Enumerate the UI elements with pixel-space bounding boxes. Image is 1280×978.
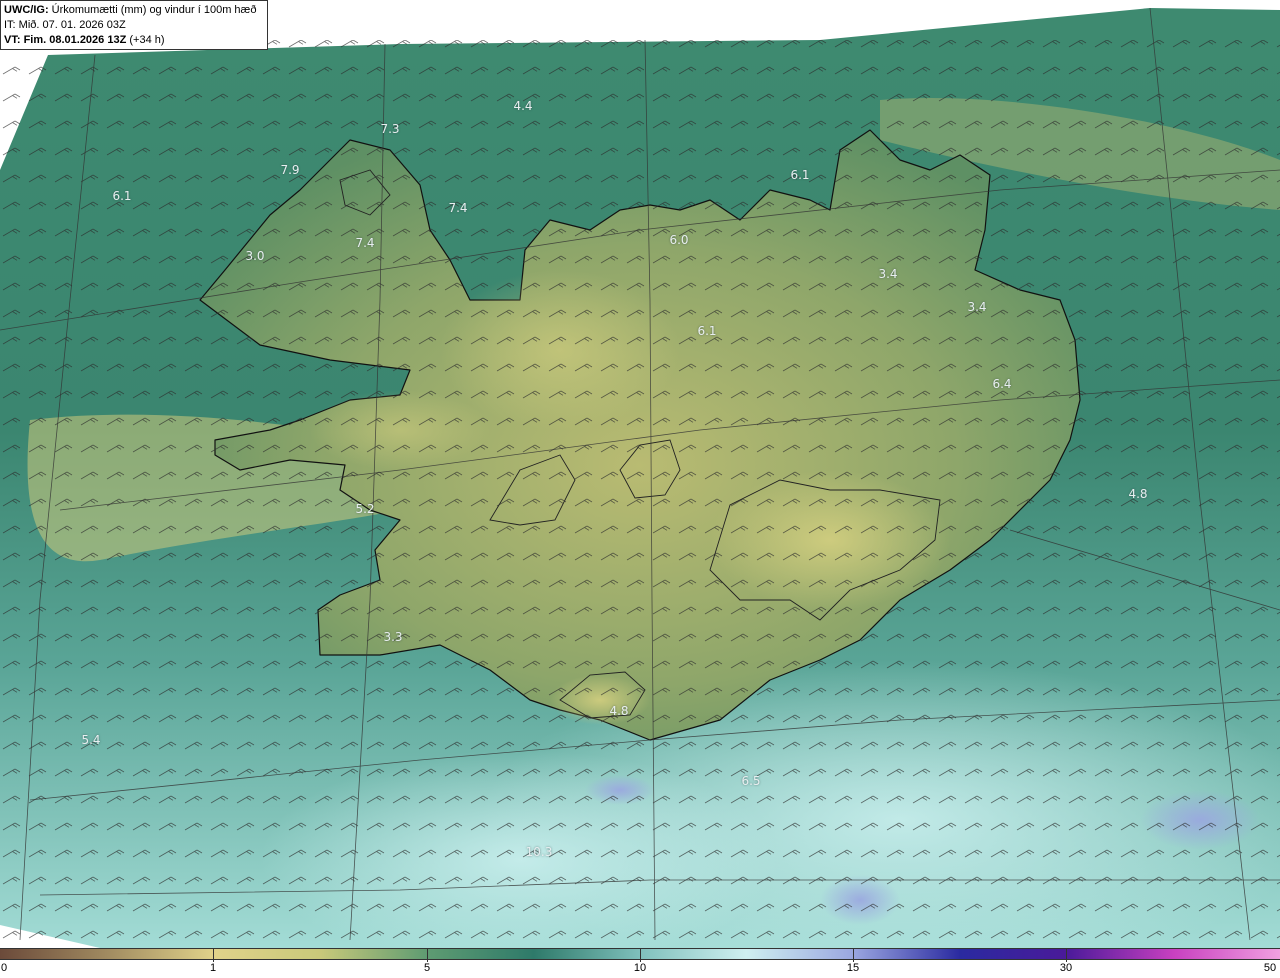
map-value: 4.8 (609, 704, 629, 718)
map-value: 7.4 (355, 236, 375, 250)
colorbar-tick-label: 5 (423, 962, 431, 974)
map-value: 3.3 (383, 630, 403, 644)
map-canvas (0, 7, 1280, 948)
map-value: 6.0 (669, 233, 689, 247)
map-value: 6.1 (697, 324, 717, 338)
colorbar-tickmark (427, 948, 428, 962)
valid-label: VT: (4, 34, 21, 46)
colorbar-tick-label: 10 (633, 962, 647, 974)
forecast-map: 4.4 7.3 7.9 6.1 7.4 7.4 3.0 6.1 6.0 3.4 … (0, 0, 1280, 948)
map-value: 4.8 (1128, 487, 1148, 501)
colorbar-tick-label: 50 (1263, 962, 1277, 974)
lead-time: (+34 h) (129, 34, 165, 46)
wind-barbs (0, 40, 1280, 948)
map-value: 3.0 (245, 249, 265, 263)
map-value: 5.2 (355, 502, 375, 516)
map-value: 6.1 (790, 168, 810, 182)
map-value: 7.3 (380, 122, 400, 136)
colorbar-tick-label: 30 (1059, 962, 1073, 974)
model-label: UWC/IG: (4, 4, 49, 16)
map-value: 7.9 (280, 163, 300, 177)
map-value: 3.4 (967, 300, 987, 314)
colorbar-tickmark (1066, 948, 1067, 962)
colorbar-tickmark (853, 948, 854, 962)
map-value: 5.4 (81, 733, 101, 747)
valid-time: Fim. 08.01.2026 13Z (23, 34, 127, 46)
map-title: Úrkomumætti (mm) og vindur í 100m hæð (51, 4, 257, 16)
map-value: 6.1 (112, 189, 132, 203)
map-value: 6.4 (992, 377, 1012, 391)
map-value: 3.4 (878, 267, 898, 281)
colorbar-tick-label: 0 (0, 962, 8, 974)
map-info-box: UWC/IG: Úrkomumætti (mm) og vindur í 100… (0, 0, 268, 50)
map-value: 7.4 (448, 201, 468, 215)
issue-time: IT: Mið. 07. 01. 2026 03Z (4, 19, 126, 31)
map-value: 10.3 (525, 845, 553, 859)
map-value: 4.4 (513, 99, 533, 113)
colorbar-tick-label: 1 (209, 962, 217, 974)
colorbar-tick-label: 15 (846, 962, 860, 974)
colorbar-tickmark (213, 948, 214, 962)
map-value: 6.5 (741, 774, 761, 788)
colorbar-tickmark (640, 948, 641, 962)
